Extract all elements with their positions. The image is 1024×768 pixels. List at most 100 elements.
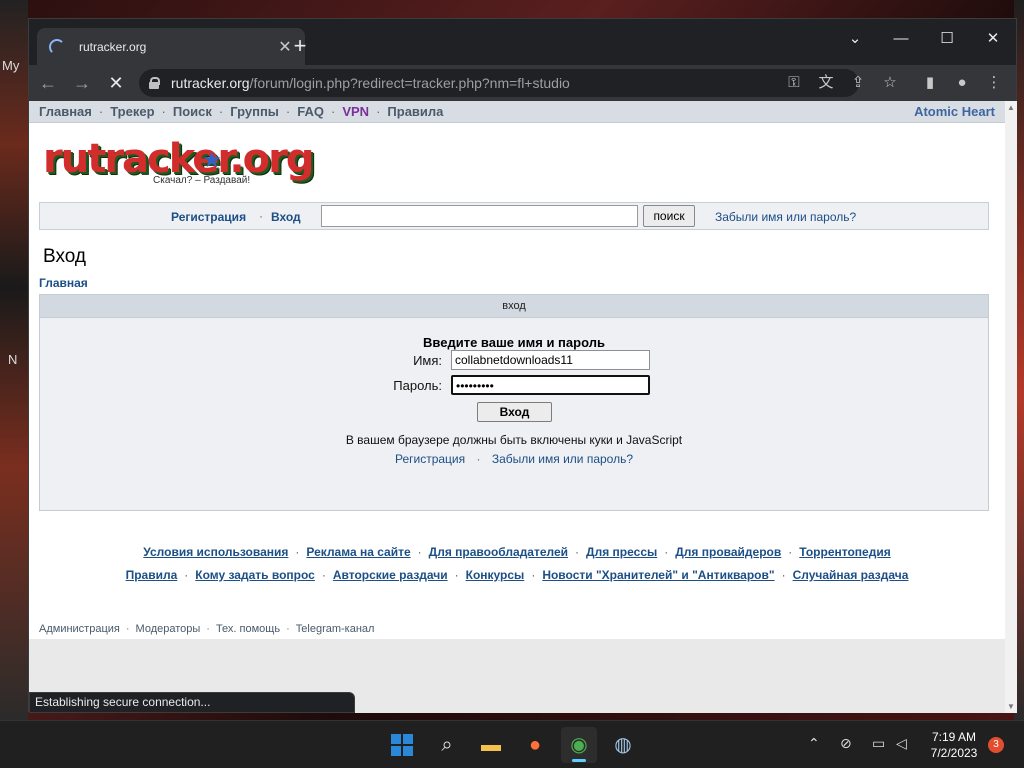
tab-search-chevron-icon[interactable]: ⌄: [832, 25, 878, 53]
footer-link-rightholders[interactable]: Для правообладателей: [429, 545, 568, 559]
scroll-down-icon[interactable]: ▼: [1007, 702, 1015, 711]
login-panel-subtitle: Введите ваше имя и пароль: [423, 335, 605, 350]
chrome-icon[interactable]: ◉: [561, 727, 597, 763]
page-title: Вход: [43, 246, 86, 267]
forward-button[interactable]: →: [67, 69, 97, 97]
footer-link-keepers-news[interactable]: Новости "Хранителей" и "Антикваров": [542, 568, 774, 582]
site-logo[interactable]: rutracker.org ★ Скачал? – Раздавай!: [43, 137, 314, 189]
search-button[interactable]: поиск: [643, 205, 695, 227]
footer-link-press[interactable]: Для прессы: [586, 545, 657, 559]
browser-window: rutracker.org ✕ + ⌄ — ☐ ✕ ← → ✕ rutracke…: [28, 18, 1017, 713]
url-path: /forum/login.php?redirect=tracker.php?nm…: [249, 75, 570, 91]
password-label: Пароль:: [393, 378, 442, 393]
nav-separator: ·: [330, 104, 336, 119]
windows-start-icon[interactable]: [391, 734, 413, 756]
nav-separator: ·: [376, 104, 381, 119]
close-window-button[interactable]: ✕: [970, 25, 1016, 53]
forgot-password-link[interactable]: Забыли имя или пароль?: [715, 210, 856, 224]
key-icon[interactable]: ⚿: [784, 73, 804, 93]
search-icon[interactable]: ⌕: [429, 727, 465, 763]
tray-overflow-chevron-icon[interactable]: ⌃: [808, 735, 820, 752]
desktop-icon-label-2[interactable]: N: [8, 352, 17, 367]
nav-separator: ·: [98, 104, 104, 119]
tray-app-icon[interactable]: ⊘: [840, 735, 852, 752]
network-icon[interactable]: ▭: [872, 735, 885, 752]
footer-link-author-releases[interactable]: Авторские раздачи: [333, 568, 448, 582]
search-input[interactable]: [321, 205, 638, 227]
stop-loading-button[interactable]: ✕: [101, 69, 131, 97]
menu-kebab-icon[interactable]: ⋮: [984, 73, 1004, 93]
address-bar[interactable]: rutracker.org /forum/login.php?redirect=…: [139, 69, 859, 97]
bottom-link-telegram[interactable]: Telegram-канал: [296, 623, 375, 635]
taskbar: ⌕ ▬ ● ◉ ◍ ⌃ ⊘ ▭ ◁ 7:19 AM 7/2/2023 3: [0, 720, 1024, 768]
profile-icon[interactable]: ●: [952, 73, 972, 93]
nav-home[interactable]: Главная: [39, 104, 92, 119]
maximize-button[interactable]: ☐: [924, 25, 970, 53]
tab-strip: rutracker.org ✕ + ⌄ — ☐ ✕: [29, 19, 1016, 65]
back-button[interactable]: ←: [33, 69, 63, 97]
footer-link-contests[interactable]: Конкурсы: [466, 568, 525, 582]
footer-link-rules[interactable]: Правила: [126, 568, 178, 582]
footer-separator: ·: [781, 568, 786, 582]
username-field[interactable]: collabnetdownloads11: [451, 350, 650, 370]
login-panel: вход Введите ваше имя и пароль Имя: coll…: [39, 294, 989, 511]
footer-links-row1: Условия использования · Реклама на сайте · Д…: [29, 545, 1005, 559]
footer-link-providers[interactable]: Для провайдеров: [675, 545, 781, 559]
panel-forgot-link[interactable]: Забыли имя или пароль?: [492, 452, 633, 466]
translate-icon[interactable]: 文: [816, 73, 836, 93]
tab-rutracker[interactable]: rutracker.org ✕: [37, 28, 305, 65]
logo-tagline: Скачал? – Раздавай!: [153, 175, 251, 186]
lock-icon[interactable]: [149, 77, 160, 89]
panel-register-link[interactable]: Регистрация: [395, 452, 465, 466]
footer-separator: ·: [295, 545, 300, 559]
volume-icon[interactable]: ◁: [896, 735, 907, 752]
bottom-link-support[interactable]: Тех. помощь: [216, 623, 280, 635]
footer-links-row2: Правила · Кому задать вопрос · Авторские раз…: [29, 568, 1005, 582]
password-field[interactable]: •••••••••: [451, 375, 650, 395]
bottom-link-admin[interactable]: Администрация: [39, 623, 120, 635]
login-link[interactable]: Вход: [271, 210, 301, 224]
footer-link-ads[interactable]: Реклама на сайте: [306, 545, 410, 559]
share-icon[interactable]: ⇪: [848, 73, 868, 93]
minimize-button[interactable]: —: [878, 25, 924, 53]
new-tab-button[interactable]: +: [287, 33, 313, 59]
nav-search[interactable]: Поиск: [173, 104, 212, 119]
footer-link-ask[interactable]: Кому задать вопрос: [195, 568, 315, 582]
clock-date: 7/2/2023: [930, 746, 978, 760]
bottom-separator: ·: [206, 623, 210, 635]
footer-link-torrentopedia[interactable]: Торрентопедия: [799, 545, 890, 559]
nav-separator: ·: [285, 104, 291, 119]
side-panel-icon[interactable]: ▮: [920, 73, 940, 93]
clock[interactable]: 7:19 AM 7/2/2023: [920, 729, 988, 761]
app-icon[interactable]: ◍: [605, 727, 641, 763]
notification-badge[interactable]: 3: [988, 737, 1004, 753]
register-link[interactable]: Регистрация: [171, 210, 246, 224]
nav-faq[interactable]: FAQ: [297, 104, 324, 119]
status-bubble: Establishing secure connection...: [29, 692, 355, 713]
cookies-notice: В вашем браузере должны быть включены ку…: [345, 433, 683, 447]
scroll-up-icon[interactable]: ▲: [1007, 103, 1015, 112]
footer-separator: ·: [664, 545, 669, 559]
footer-separator: ·: [575, 545, 580, 559]
footer-link-random[interactable]: Случайная раздача: [793, 568, 909, 582]
desktop-icon-label[interactable]: My: [2, 58, 19, 73]
nav-promo-link[interactable]: Atomic Heart: [914, 104, 995, 119]
nav-rules[interactable]: Правила: [387, 104, 443, 119]
bottom-links: Администрация · Модераторы · Тех. помощь · Tel…: [39, 623, 374, 635]
file-explorer-icon[interactable]: ▬: [473, 727, 509, 763]
login-submit-button[interactable]: Вход: [477, 402, 552, 422]
footer-separator: ·: [531, 568, 536, 582]
nav-vpn[interactable]: VPN: [342, 104, 369, 119]
bottom-link-moderators[interactable]: Модераторы: [136, 623, 201, 635]
footer-separator: ·: [321, 568, 326, 582]
nav-tracker[interactable]: Трекер: [110, 104, 154, 119]
bookmark-star-icon[interactable]: ☆: [880, 73, 900, 93]
vertical-scrollbar[interactable]: ▲ ▼: [1005, 101, 1017, 713]
nav-separator: ·: [218, 104, 224, 119]
firefox-icon[interactable]: ●: [517, 727, 553, 763]
footer-link-terms[interactable]: Условия использования: [143, 545, 288, 559]
browser-toolbar: ← → ✕ rutracker.org /forum/login.php?red…: [29, 65, 1016, 101]
footer-separator: ·: [417, 545, 422, 559]
breadcrumb-home[interactable]: Главная: [39, 276, 88, 290]
nav-groups[interactable]: Группы: [230, 104, 279, 119]
